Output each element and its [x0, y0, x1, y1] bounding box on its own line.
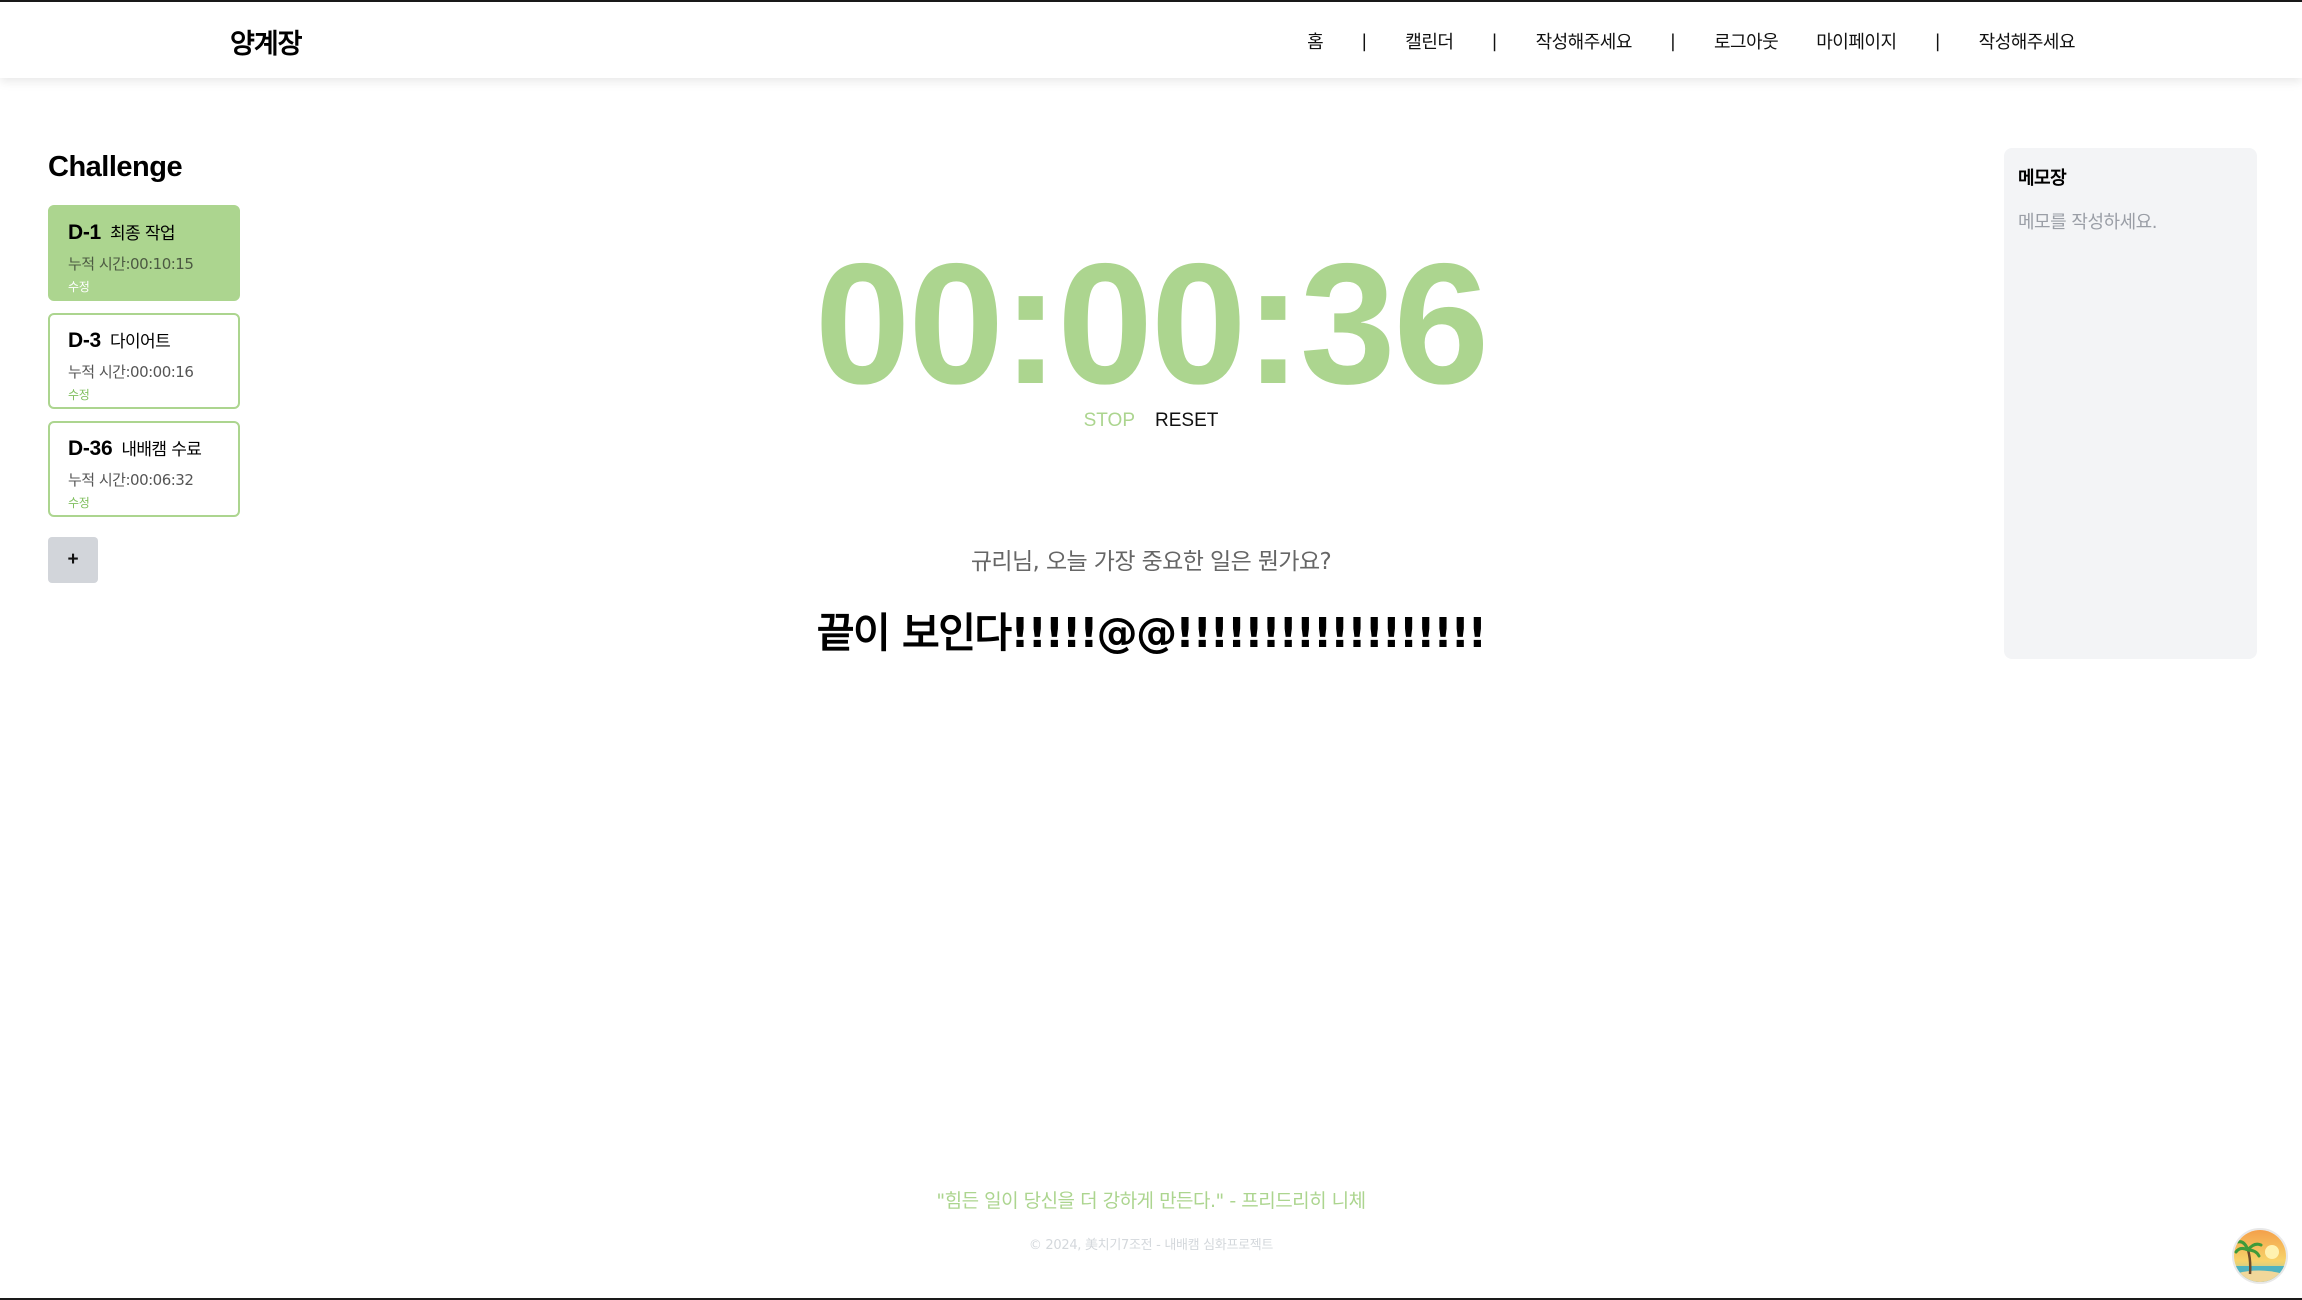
top-header: 양계장 홈 | 캘린더 | 작성해주세요 | 로그아웃 마이페이지 | 작성해주…	[0, 2, 2302, 78]
site-logo[interactable]: 양계장	[230, 22, 303, 61]
memo-panel: 메모장	[2004, 148, 2257, 659]
challenge-accumulated-time: 누적 시간:00:06:32	[68, 471, 194, 489]
challenge-edit-link[interactable]: 수정	[68, 494, 220, 511]
memo-textarea[interactable]	[2018, 208, 2243, 648]
memo-title: 메모장	[2018, 168, 2067, 189]
daily-question: 규리님, 오늘 가장 중요한 일은 뭔가요?	[970, 549, 1332, 575]
daily-answer[interactable]: 끝이 보인다!!!!!@@!!!!!!!!!!!!!!!!!!	[0, 599, 2302, 659]
nav-separator: |	[1491, 30, 1498, 52]
nav-separator: |	[1361, 30, 1368, 52]
timer-display: 00:00:36	[814, 228, 1490, 420]
stop-button[interactable]: STOP	[1084, 410, 1135, 432]
nav-separator: |	[1669, 30, 1676, 52]
avatar-beach-icon	[2234, 1230, 2286, 1282]
challenge-name: 내배캠 수료	[121, 440, 202, 460]
main-nav: 홈 | 캘린더 | 작성해주세요 | 로그아웃 마이페이지 | 작성해주세요	[1307, 28, 2075, 54]
challenge-card[interactable]: D-36 내배캠 수료 누적 시간:00:06:32 수정	[48, 421, 240, 517]
challenge-heading: Challenge	[48, 151, 183, 183]
nav-calendar[interactable]: 캘린더	[1405, 28, 1454, 54]
challenge-dday: D-36	[68, 437, 113, 460]
footer-quote: "힘든 일이 당신을 더 강하게 만든다." - 프리드리히 니체	[936, 1190, 1366, 1212]
nav-write-2[interactable]: 작성해주세요	[1979, 28, 2076, 54]
reset-button[interactable]: RESET	[1155, 410, 1218, 432]
nav-logout[interactable]: 로그아웃	[1714, 28, 1779, 54]
nav-write[interactable]: 작성해주세요	[1536, 28, 1633, 54]
nav-mypage[interactable]: 마이페이지	[1816, 28, 1897, 54]
footer-copyright: © 2024, 美치기7조전 - 내배캠 심화프로젝트	[1028, 1238, 1274, 1253]
timer-controls: STOP RESET	[0, 410, 2302, 432]
nav-separator: |	[1934, 30, 1941, 52]
user-avatar[interactable]	[2232, 1228, 2288, 1284]
nav-home[interactable]: 홈	[1307, 28, 1324, 54]
